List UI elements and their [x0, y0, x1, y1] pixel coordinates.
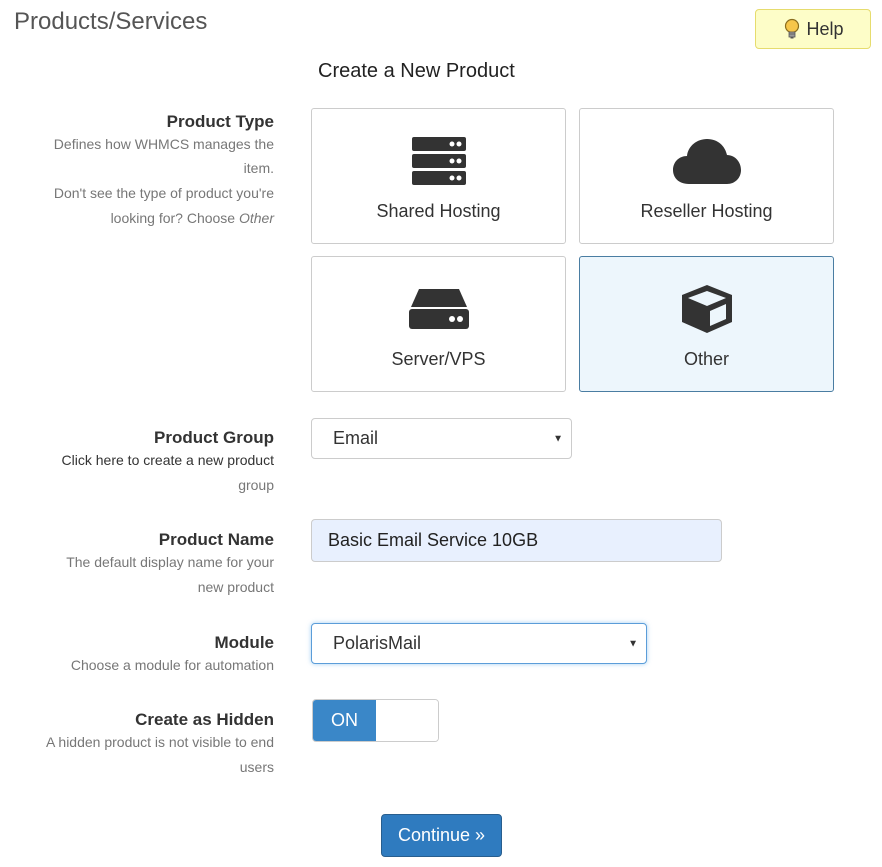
product-name-help-1: The default display name for your: [66, 554, 274, 570]
product-group-select[interactable]: Email ▼: [311, 418, 572, 459]
module-label-block: Module Choose a module for automation: [71, 633, 274, 678]
product-type-help-3: Don't see the type of product you're: [53, 185, 274, 201]
help-label: Help: [806, 18, 844, 39]
product-type-server-vps[interactable]: Server/VPS: [311, 256, 566, 392]
product-type-help-4: looking for? Choose Other: [54, 206, 274, 231]
continue-button[interactable]: Continue »: [381, 814, 502, 857]
product-type-label: Product Type: [166, 112, 274, 131]
product-type-label-block: Product Type Defines how WHMCS manages t…: [54, 112, 274, 231]
product-type-help-1: Defines how WHMCS manages the: [53, 136, 274, 152]
product-type-help-2: item.: [243, 160, 274, 176]
module-select[interactable]: PolarisMail ▼: [311, 623, 647, 664]
module-value: PolarisMail: [333, 633, 422, 653]
toggle-off-area: [376, 700, 438, 741]
lightbulb-icon: [782, 18, 802, 40]
hidden-label-block: Create as Hidden A hidden product is not…: [46, 710, 274, 780]
product-type-other[interactable]: Other: [579, 256, 834, 392]
product-type-help-4-other: Other: [238, 210, 274, 226]
module-label: Module: [214, 633, 275, 652]
product-type-reseller-hosting[interactable]: Reseller Hosting: [579, 108, 834, 244]
shared-hosting-label: Shared Hosting: [376, 201, 501, 221]
product-name-label: Product Name: [158, 530, 274, 549]
product-group-label-block: Product Group Click here to create a new…: [62, 428, 274, 498]
other-label: Other: [683, 349, 730, 369]
page-title: Products/Services: [14, 8, 208, 35]
chevron-down-icon: ▼: [628, 638, 638, 649]
cloud-icon: [672, 135, 741, 187]
create-product-group-link-1[interactable]: Click here to create a new product: [62, 448, 274, 473]
cube-icon: [680, 283, 734, 335]
reseller-hosting-label: Reseller Hosting: [640, 201, 773, 221]
product-type-shared-hosting[interactable]: Shared Hosting: [311, 108, 566, 244]
hidden-toggle[interactable]: ON: [312, 699, 439, 742]
toggle-on-label: ON: [313, 700, 376, 741]
product-group-value: Email: [333, 428, 379, 448]
hard-drive-icon: [408, 283, 469, 335]
product-name-help-2: new product: [197, 579, 274, 595]
server-stack-icon: [411, 135, 466, 187]
help-button[interactable]: Help: [755, 9, 871, 49]
hidden-help-1: A hidden product is not visible to end: [45, 734, 274, 750]
hidden-label: Create as Hidden: [135, 710, 274, 729]
chevron-down-icon: ▼: [553, 433, 563, 444]
form-title: Create a New Product: [318, 60, 515, 82]
product-name-label-block: Product Name The default display name fo…: [66, 530, 274, 600]
create-product-group-link-2[interactable]: group: [62, 473, 274, 498]
server-vps-label: Server/VPS: [391, 349, 486, 369]
product-group-label: Product Group: [154, 428, 274, 447]
module-help: Choose a module for automation: [70, 657, 274, 673]
product-type-help-4-prefix: looking for? Choose: [110, 210, 239, 226]
hidden-help-2: users: [239, 759, 274, 775]
product-name-input[interactable]: Basic Email Service 10GB: [311, 519, 722, 562]
